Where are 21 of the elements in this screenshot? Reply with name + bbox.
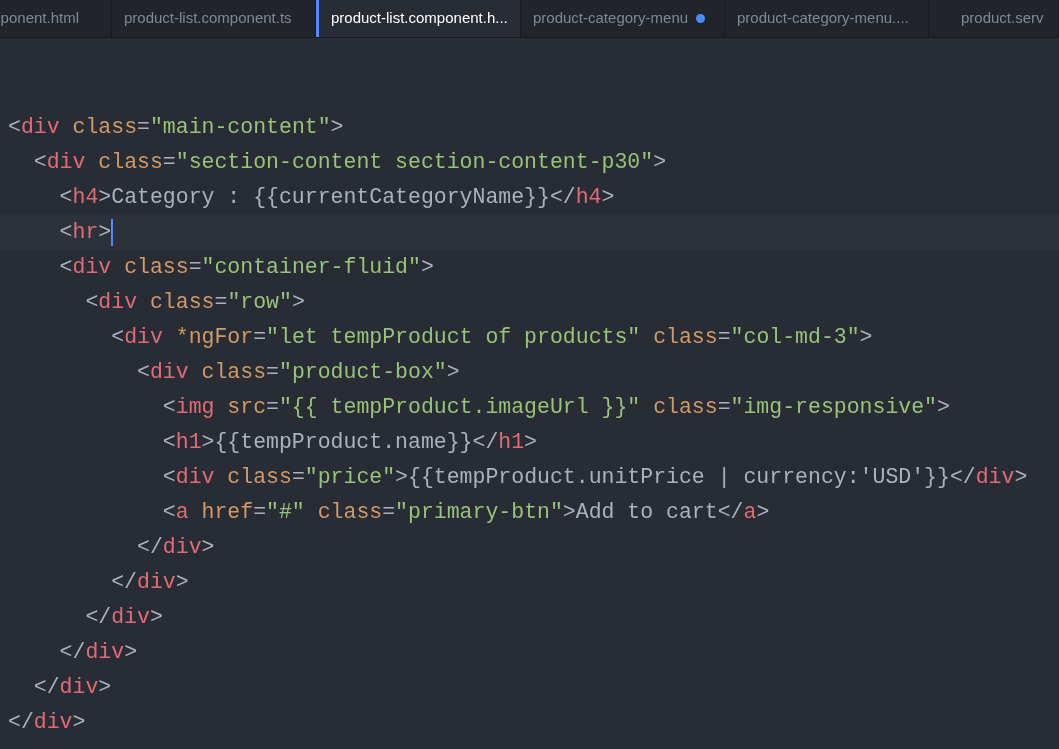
code-line: </div> — [32, 674, 112, 701]
code-line: <img src="{{ tempProduct.imageUrl }}" class="img-responsive"> — [161, 394, 950, 421]
code-line: <a href="#" class="primary-btn">Add to cart</a> — [161, 499, 770, 526]
editor-tab[interactable]: product-list.component.h... — [316, 0, 521, 37]
code-line: </div> — [84, 604, 163, 631]
code-line: <div class="product-box"> — [136, 359, 460, 386]
code-line: </div> — [110, 569, 189, 596]
code-line: </div> — [58, 639, 138, 666]
code-line: <div class="price">{{tempProduct.unitPrice | currency:'USD'}}</div> — [161, 464, 1028, 491]
code-line: <div class="section-content section-content-p30"> — [32, 149, 667, 176]
editor-tab[interactable]: ponent.html — [0, 0, 112, 37]
code-line: <div class="main-content"> — [8, 114, 344, 141]
code-line: </div> — [136, 534, 215, 561]
code-line: <div *ngFor="let tempProduct of products" class="col-md-3"> — [110, 324, 873, 351]
code-line: <div class="row"> — [84, 289, 305, 316]
code-line: <div class="container-fluid"> — [58, 254, 434, 281]
code-line: <h4>Category : {{currentCategoryName}}</h4> — [58, 184, 615, 211]
code-line: <hr> — [58, 219, 112, 246]
code-line: </div> — [8, 709, 86, 736]
code-line: <h1>{{tempProduct.name}}</h1> — [161, 429, 537, 456]
text-cursor — [111, 219, 114, 246]
